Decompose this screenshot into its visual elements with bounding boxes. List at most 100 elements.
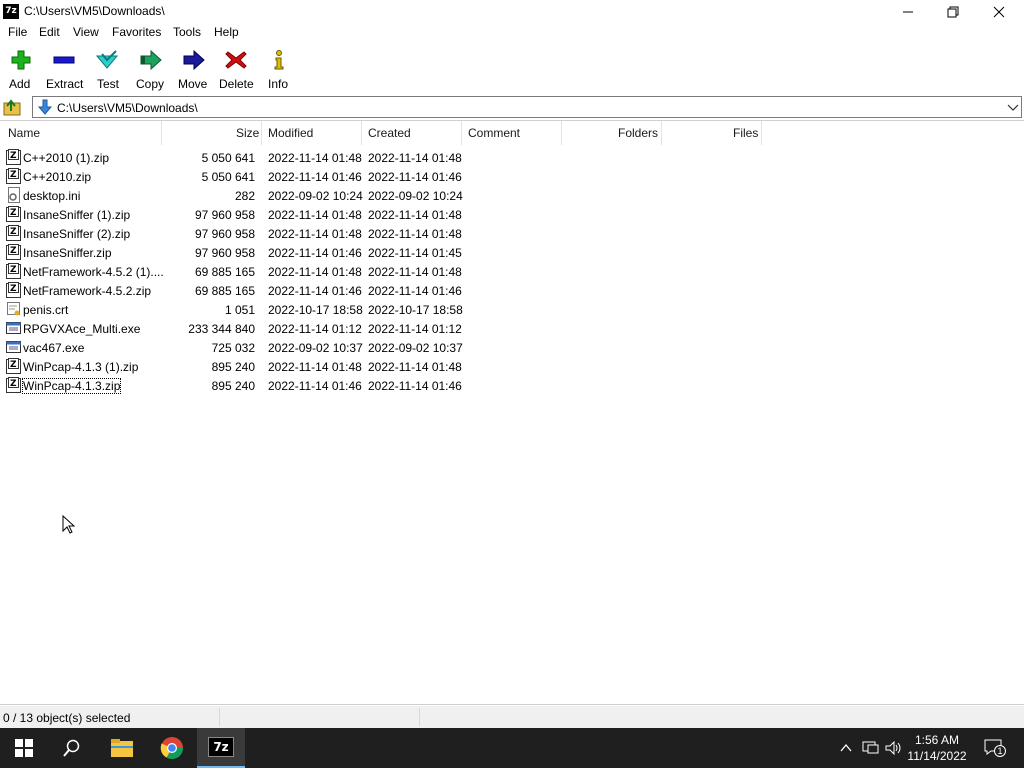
file-modified: 2022-09-02 10:37 <box>268 341 363 355</box>
add-label: Add <box>9 77 31 91</box>
taskbar: 7z 1:56 AM 11/14/2022 1 <box>0 728 1024 768</box>
svg-text:Z: Z <box>10 227 17 237</box>
menu-view[interactable]: View <box>73 25 99 39</box>
column-files[interactable]: Files <box>733 126 758 140</box>
copy-icon <box>140 50 162 70</box>
search-icon <box>63 739 80 757</box>
delete-button[interactable]: Delete <box>217 47 255 93</box>
column-name[interactable]: Name <box>8 126 40 140</box>
minimize-icon <box>903 11 913 12</box>
table-row[interactable]: vac467.exe 725 032 2022-09-02 10:37 2022-09… <box>0 338 463 357</box>
column-modified[interactable]: Modified <box>268 126 313 140</box>
table-row[interactable]: Z NetFramework-4.5.2 (1).... 69 885 165 202… <box>0 262 462 281</box>
table-row[interactable]: Z InsaneSniffer (1).zip 97 960 958 2022-11-… <box>0 205 462 224</box>
file-created: 2022-11-14 01:46 <box>368 379 462 393</box>
table-row[interactable]: Z InsaneSniffer (2).zip 97 960 958 2022-11-… <box>0 224 462 243</box>
file-name: NetFramework-4.5.2 (1).... <box>23 265 164 279</box>
file-created: 2022-11-14 01:48 <box>368 360 462 374</box>
file-modified: 2022-10-17 18:58 <box>268 303 363 317</box>
file-name: NetFramework-4.5.2.zip <box>23 284 152 298</box>
menu-tools[interactable]: Tools <box>173 25 201 39</box>
table-row[interactable]: desktop.ini 282 2022-09-02 10:24 2022-09-02… <box>0 186 463 205</box>
menu-edit[interactable]: Edit <box>39 25 60 39</box>
add-button[interactable]: Add <box>4 47 38 93</box>
file-created: 2022-11-14 01:48 <box>368 208 462 222</box>
table-row[interactable]: Z WinPcap-4.1.3 (1).zip 895 240 2022-11-14 … <box>0 357 462 376</box>
menu-favorites[interactable]: Favorites <box>112 25 161 39</box>
close-icon <box>993 6 1005 17</box>
file-name: WinPcap-4.1.3 (1).zip <box>23 360 139 374</box>
column-created[interactable]: Created <box>368 126 411 140</box>
restore-button[interactable] <box>930 0 976 23</box>
menu-file[interactable]: File <box>8 25 27 39</box>
table-row[interactable]: Z C++2010.zip 5 050 641 2022-11-14 01:46 202… <box>0 167 462 186</box>
info-button[interactable]: Info <box>265 47 293 93</box>
7zip-window: 7z C:\Users\VM5\Downloads\ File Edit Vie… <box>0 0 1024 728</box>
taskbar-7zip[interactable]: 7z <box>197 728 245 768</box>
table-row[interactable]: Z NetFramework-4.5.2.zip 69 885 165 2022-11… <box>0 281 462 300</box>
extract-button[interactable]: Extract <box>44 47 84 93</box>
up-folder-icon <box>3 99 21 116</box>
table-row[interactable]: RPGVXAce_Multi.exe 233 344 840 2022-11-14 … <box>0 319 462 338</box>
column-size[interactable]: Size <box>236 126 259 140</box>
notification-button[interactable]: 1 <box>984 739 1006 757</box>
network-icon[interactable] <box>862 741 880 755</box>
file-modified: 2022-11-14 01:46 <box>268 284 362 298</box>
file-created: 2022-11-14 01:45 <box>368 246 462 260</box>
chevron-up-icon[interactable] <box>840 742 852 754</box>
menu-help[interactable]: Help <box>214 25 239 39</box>
address-field[interactable]: C:\Users\VM5\Downloads\ <box>32 96 1022 118</box>
file-size: 282 <box>234 189 255 203</box>
file-name: penis.crt <box>23 303 69 317</box>
file-name: C++2010.zip <box>23 170 92 184</box>
title-bar[interactable]: 7z C:\Users\VM5\Downloads\ <box>0 0 1024 23</box>
ini-file-icon <box>8 187 20 203</box>
file-size: 233 344 840 <box>188 322 255 336</box>
svg-text:Z: Z <box>10 379 17 389</box>
table-row[interactable]: Z C++2010 (1).zip 5 050 641 2022-11-14 01:4… <box>0 148 462 167</box>
file-created: 2022-11-14 01:46 <box>368 284 462 298</box>
file-modified: 2022-11-14 01:48 <box>268 151 362 165</box>
taskbar-file-explorer[interactable] <box>98 728 146 768</box>
volume-icon[interactable] <box>885 741 903 755</box>
arrow-down-icon <box>37 99 53 115</box>
move-button[interactable]: Move <box>176 47 212 93</box>
status-text: 0 / 13 object(s) selected <box>3 711 131 725</box>
file-modified: 2022-11-14 01:46 <box>268 170 362 184</box>
move-icon <box>183 50 205 70</box>
taskbar-clock[interactable]: 1:56 AM 11/14/2022 <box>902 732 972 764</box>
table-row[interactable]: penis.crt 1 051 2022-10-17 18:58 2022-10-17… <box>0 300 463 319</box>
file-created: 2022-09-02 10:37 <box>368 341 463 355</box>
delete-icon <box>225 51 247 69</box>
file-size: 895 240 <box>211 379 255 393</box>
svg-text:Z: Z <box>10 208 17 218</box>
table-row[interactable]: Z WinPcap-4.1.3.zip 895 240 2022-11-14 01:4… <box>0 376 462 395</box>
minimize-button[interactable] <box>885 0 931 23</box>
copy-label: Copy <box>136 77 165 91</box>
table-row[interactable]: Z InsaneSniffer.zip 97 960 958 2022-11-14 0… <box>0 243 462 262</box>
up-folder-button[interactable] <box>3 97 23 117</box>
zip-file-icon: Z <box>6 377 21 393</box>
clock-date: 11/14/2022 <box>907 749 967 763</box>
delete-label: Delete <box>219 77 254 91</box>
search-button[interactable] <box>48 728 96 768</box>
add-icon <box>11 50 31 70</box>
zip-file-icon: Z <box>6 206 21 222</box>
file-created: 2022-11-14 01:12 <box>368 322 462 336</box>
file-modified: 2022-11-14 01:46 <box>268 246 362 260</box>
test-button[interactable]: Test <box>92 47 122 93</box>
zip-file-icon: Z <box>6 168 21 184</box>
info-icon <box>274 50 284 70</box>
file-list[interactable]: Name Size Modified Created Comment Folde… <box>0 120 1024 705</box>
column-folders[interactable]: Folders <box>618 126 658 140</box>
zip-file-icon: Z <box>6 149 21 165</box>
column-comment[interactable]: Comment <box>468 126 520 140</box>
status-bar: 0 / 13 object(s) selected <box>0 706 1024 728</box>
start-button[interactable] <box>0 728 48 768</box>
file-size: 1 051 <box>224 303 255 317</box>
taskbar-chrome[interactable] <box>148 728 196 768</box>
zip-file-icon: Z <box>6 358 21 374</box>
close-button[interactable] <box>976 0 1022 23</box>
copy-button[interactable]: Copy <box>133 47 169 93</box>
file-modified: 2022-11-14 01:48 <box>268 227 362 241</box>
